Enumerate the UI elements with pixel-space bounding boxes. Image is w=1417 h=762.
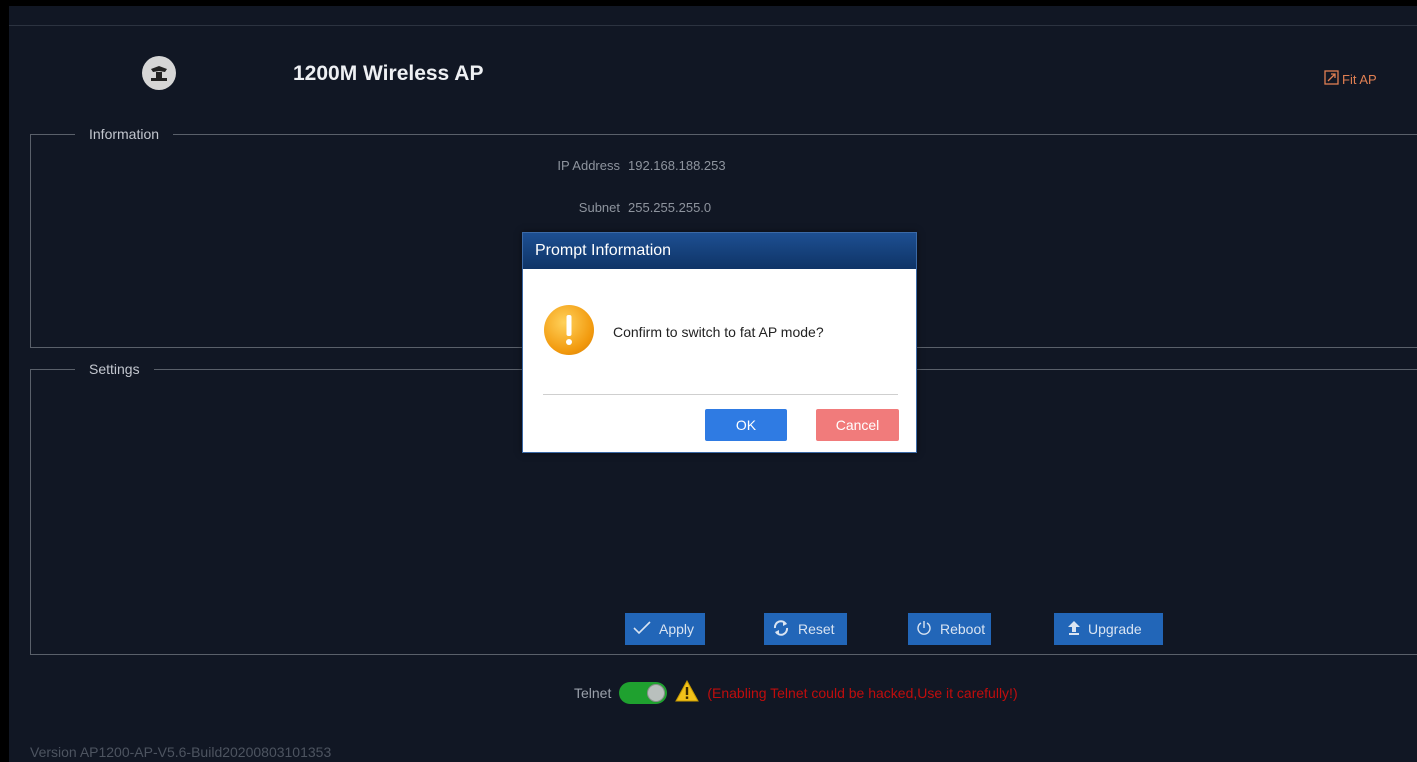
check-icon <box>633 620 651 638</box>
subnet-row: Subnet 255.255.255.0 <box>0 200 711 218</box>
ip-address-value: 192.168.188.253 <box>628 158 726 173</box>
refresh-icon <box>772 619 790 639</box>
power-icon <box>916 620 932 639</box>
confirm-dialog: Prompt Information Confirm to switch to … <box>522 232 917 453</box>
version-text: Version AP1200-AP-V5.6-Build202008031013… <box>30 744 332 760</box>
upgrade-label: Upgrade <box>1088 621 1142 637</box>
exclamation-icon <box>544 305 594 355</box>
dialog-divider <box>543 394 898 395</box>
telnet-warning: (Enabling Telnet could be hacked,Use it … <box>707 684 1018 701</box>
warning-icon <box>675 679 700 705</box>
upload-arrow-icon <box>1068 620 1080 638</box>
subnet-label: Subnet <box>578 200 620 215</box>
telnet-row: Telnet (Enabling Telnet could be hacked,… <box>574 679 1018 705</box>
ok-button[interactable]: OK <box>705 409 787 441</box>
fit-ap-link[interactable]: Fit AP <box>1324 70 1377 88</box>
subnet-value: 255.255.255.0 <box>628 200 712 215</box>
information-legend: Information <box>89 126 160 142</box>
reset-button[interactable]: Reset <box>764 613 847 645</box>
fit-ap-label: Fit AP <box>1342 71 1377 87</box>
panel-divider <box>9 25 1417 26</box>
left-strip <box>0 6 9 762</box>
apply-button[interactable]: Apply <box>625 613 705 645</box>
brand-logo <box>142 56 176 90</box>
cancel-button[interactable]: Cancel <box>816 409 899 441</box>
reboot-label: Reboot <box>940 621 986 637</box>
mode-switch-icon <box>1324 70 1339 88</box>
ip-address-row: IP Address 192.168.188.253 <box>0 158 725 176</box>
app-title: 1200M Wireless AP <box>293 62 484 85</box>
ip-address-label: IP Address <box>557 158 620 173</box>
apply-label: Apply <box>659 621 695 637</box>
upgrade-button[interactable]: Upgrade <box>1054 613 1163 645</box>
settings-legend: Settings <box>89 361 140 377</box>
dialog-message: Confirm to switch to fat AP mode? <box>613 324 824 340</box>
reboot-button[interactable]: Reboot <box>908 613 991 645</box>
reset-label: Reset <box>798 621 835 637</box>
telnet-label: Telnet <box>574 684 612 701</box>
dialog-title: Prompt Information <box>523 233 916 269</box>
toggle-knob <box>647 683 666 702</box>
telnet-toggle[interactable] <box>619 681 668 704</box>
